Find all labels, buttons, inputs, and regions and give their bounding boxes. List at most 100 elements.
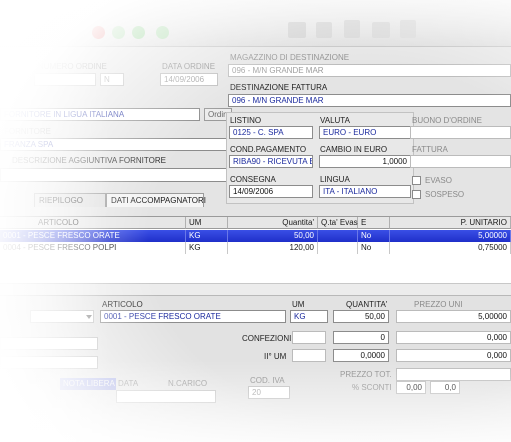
articles-table: ARTICOLO UM Quantita' Q.ta' Evasa E P. U… xyxy=(0,216,511,295)
num-ordine-suffix-field[interactable]: N xyxy=(100,73,124,86)
cond-pagamento-field[interactable]: RIBA90 - RICEVUTA BA xyxy=(229,155,313,168)
tab-dati-accompagnatori[interactable]: DATI ACCOMPAGNATORI xyxy=(106,193,206,207)
chevron-down-icon[interactable] xyxy=(86,315,92,319)
desc-aggiuntiva-label: DESCRIZIONE AGGIUNTIVA FORNITORE xyxy=(12,156,166,165)
confezioni-label: CONFEZIONI xyxy=(242,334,292,343)
sospeso-label: SOSPESO xyxy=(425,190,465,199)
desc-aggiuntiva-field[interactable] xyxy=(0,168,246,182)
cell-prezzo: 5,00000 xyxy=(390,230,511,242)
fornitore-field[interactable]: FRANZA SPA xyxy=(0,138,230,151)
confezioni-price-field[interactable]: 0,000 xyxy=(396,331,511,344)
forward-icon[interactable] xyxy=(132,26,145,39)
detail-articolo-field[interactable]: 0001 - PESCE FRESCO ORATE xyxy=(100,310,286,323)
cod-iva-field[interactable]: 20 xyxy=(248,386,290,399)
sconti-field-1[interactable]: 0,00 xyxy=(396,381,426,394)
column-header-prezzo[interactable]: P. UNITARIO xyxy=(390,217,511,229)
cell-articolo: 0001 - PESCE FRESCO ORATE xyxy=(0,230,186,242)
document-icon[interactable] xyxy=(344,20,360,38)
data-ordine-field[interactable]: 14/09/2006 xyxy=(160,73,218,86)
sconti-field-2[interactable]: 0,0 xyxy=(430,381,460,394)
evaso-checkbox[interactable] xyxy=(412,176,421,185)
lingua-field[interactable]: ITA - ITALIANO xyxy=(319,185,411,198)
delete-icon[interactable] xyxy=(92,26,105,39)
detail-quantita-field[interactable]: 50,00 xyxy=(333,310,389,323)
secondo-um-unit-field[interactable] xyxy=(292,349,326,362)
num-ordine-field[interactable] xyxy=(34,73,96,86)
column-header-articolo[interactable]: ARTICOLO xyxy=(0,217,186,229)
toolbar xyxy=(0,0,511,47)
listino-label: LISTINO xyxy=(230,116,262,125)
detail-left-field-2[interactable] xyxy=(0,356,98,369)
detail-prezzo-field[interactable]: 5,00000 xyxy=(396,310,511,323)
sospeso-checkbox[interactable] xyxy=(412,190,421,199)
dest-fattura-label: DESTINAZIONE FATTURA xyxy=(230,83,328,92)
save-icon[interactable] xyxy=(316,22,332,38)
dest-fattura-field[interactable]: 096 - M/N GRANDE MAR xyxy=(228,94,511,107)
tools-icon[interactable] xyxy=(400,20,416,38)
folder-icon[interactable] xyxy=(372,22,390,38)
back-icon[interactable] xyxy=(112,26,125,39)
listino-field[interactable]: 0125 - C. SPA xyxy=(229,126,313,139)
cambio-field[interactable]: 1,0000 xyxy=(319,155,411,168)
order-window: NUMERO ORDINE N DATA ORDINE 14/09/2006 M… xyxy=(0,0,511,442)
detail-um-field[interactable]: KG xyxy=(290,310,328,323)
table-row[interactable]: 0004 - PESCE FRESCO POLPI KG 120,00 No 0… xyxy=(0,242,511,254)
buono-ordine-label: BUONO D'ORDINE xyxy=(412,116,482,125)
cambio-label: CAMBIO IN EURO xyxy=(320,145,388,154)
cell-um: KG xyxy=(186,230,228,242)
cell-quantita: 120,00 xyxy=(228,242,318,254)
fattura-field[interactable] xyxy=(410,155,511,168)
fornitore-description-field[interactable]: FORNITORE IN LIGUA ITALIANA xyxy=(0,108,200,121)
column-header-qta-evasa[interactable]: Q.ta' Evasa xyxy=(318,217,362,229)
detail-left-field-1[interactable] xyxy=(0,337,98,350)
cod-iva-label: COD. IVA xyxy=(250,376,285,385)
cell-e: No xyxy=(358,242,390,254)
magazzino-field[interactable]: 096 - M/N GRANDE MAR xyxy=(228,64,511,77)
cell-articolo: 0004 - PESCE FRESCO POLPI xyxy=(0,242,186,254)
cell-prezzo: 0,75000 xyxy=(390,242,511,254)
cell-quantita: 50,00 xyxy=(228,230,318,242)
cell-um: KG xyxy=(186,242,228,254)
secondo-um-label: II° UM xyxy=(264,352,287,361)
detail-prezzo-label: PREZZO UNI xyxy=(414,300,463,309)
tab-riepilogo[interactable]: RIEPILOGO xyxy=(34,193,106,207)
detail-um-label: UM xyxy=(292,300,305,309)
table-row[interactable]: 0001 - PESCE FRESCO ORATE KG 50,00 No 5,… xyxy=(0,230,511,242)
cond-pagamento-label: COND.PAGAMENTO xyxy=(230,145,307,154)
num-ordine-label: NUMERO ORDINE xyxy=(38,62,107,71)
nota-libera-tab[interactable]: NOTA LIBERA xyxy=(60,378,116,390)
magazzino-label: MAGAZZINO DI DESTINAZIONE xyxy=(230,53,350,62)
evaso-label: EVASO xyxy=(425,176,452,185)
cell-e: No xyxy=(358,230,390,242)
consegna-label: CONSEGNA xyxy=(230,175,276,184)
column-header-e[interactable]: E xyxy=(358,217,390,229)
valuta-label: VALUTA xyxy=(320,116,350,125)
column-header-quantita[interactable]: Quantita' xyxy=(228,217,318,229)
detail-quantita-label: QUANTITA' xyxy=(346,300,388,309)
cell-qta-evasa xyxy=(318,242,358,254)
fattura-label: FATTURA xyxy=(412,145,448,154)
buono-ordine-field[interactable] xyxy=(410,126,511,139)
cell-qta-evasa xyxy=(318,230,358,242)
lingua-label: LINGUA xyxy=(320,175,350,184)
valuta-field[interactable]: EURO - EURO xyxy=(319,126,411,139)
secondo-um-price-field[interactable]: 0,000 xyxy=(396,349,511,362)
sconti-label: % SCONTI xyxy=(352,383,392,392)
fornitore-label: FORNITORE xyxy=(4,127,51,136)
print-icon[interactable] xyxy=(288,22,306,38)
confezioni-field[interactable]: 0 xyxy=(333,331,389,344)
confezioni-unit-field[interactable] xyxy=(292,331,326,344)
consegna-field[interactable]: 14/09/2006 xyxy=(229,185,313,198)
detail-articolo-label: ARTICOLO xyxy=(102,300,143,309)
prezzo-tot-field[interactable] xyxy=(396,368,511,381)
secondo-um-field[interactable]: 0,0000 xyxy=(333,349,389,362)
data-carico-field[interactable] xyxy=(116,390,216,403)
confirm-icon[interactable] xyxy=(156,26,169,39)
table-horizontal-scrollbar[interactable] xyxy=(0,283,511,295)
data-label: DATA xyxy=(118,379,139,388)
n-carico-label: N.CARICO xyxy=(168,379,208,388)
column-header-um[interactable]: UM xyxy=(186,217,228,229)
detail-dropdown[interactable] xyxy=(30,310,94,323)
prezzo-tot-label: PREZZO TOT. xyxy=(340,370,392,379)
data-ordine-label: DATA ORDINE xyxy=(162,62,216,71)
